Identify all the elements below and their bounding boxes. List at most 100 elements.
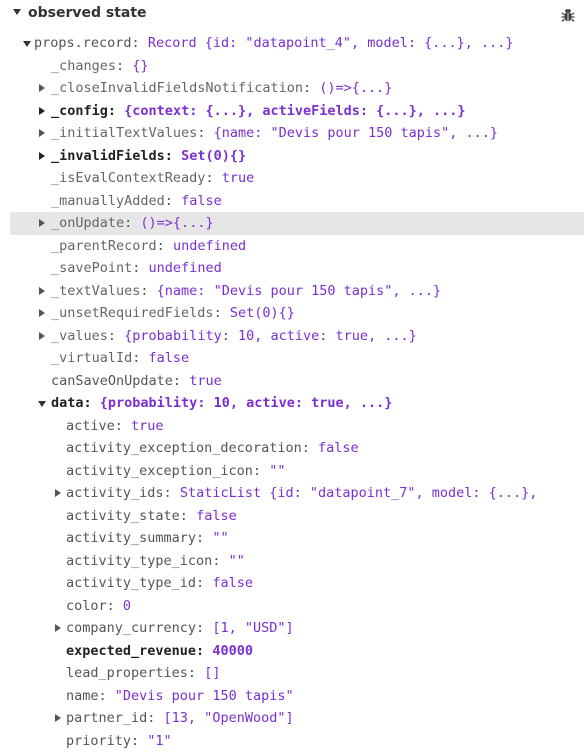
tree-row-content: _virtualId: false (51, 347, 189, 370)
tree-row-content: priority: "1" (66, 730, 172, 753)
tree-row: expected_revenue: 40000 (0, 640, 584, 663)
tree-row[interactable]: activity_ids: StaticList {id: "datapoint… (0, 482, 584, 505)
key-separator: : (83, 395, 100, 411)
collapsed-arrow-icon[interactable] (37, 77, 47, 100)
key-separator: : (106, 597, 123, 614)
tree-row-content: _changes: {} (51, 55, 149, 78)
tree-row: color: 0 (0, 595, 584, 618)
tree-row[interactable]: _onUpdate: ()=>{...} (10, 212, 584, 235)
collapsed-arrow-icon[interactable] (37, 302, 47, 325)
property-value: true (189, 372, 222, 389)
tree-row[interactable]: _textValues: {name: "Devis pour 150 tapi… (0, 280, 584, 303)
key-separator: : (196, 620, 213, 636)
property-key: name (66, 687, 99, 704)
property-key: _changes (51, 57, 117, 74)
key-separator: : (124, 215, 141, 231)
collapsed-arrow-icon[interactable] (53, 707, 63, 730)
property-key: _unsetRequiredFields (51, 305, 214, 321)
property-value: ()=>{...} (140, 215, 214, 231)
collapsed-arrow-icon[interactable] (53, 482, 63, 505)
expanded-arrow-icon[interactable] (22, 32, 32, 55)
tree-row: activity_summary: "" (0, 527, 584, 550)
property-key: props.record (34, 35, 132, 51)
collapsed-arrow-icon[interactable] (37, 145, 47, 168)
key-separator: : (140, 282, 157, 299)
property-key: color (66, 597, 107, 614)
tree-row-content: _unsetRequiredFields: Set(0){} (51, 302, 295, 325)
collapsed-arrow-icon[interactable] (37, 325, 47, 348)
key-separator: : (197, 125, 214, 141)
property-key: activity_type_icon (66, 552, 213, 569)
tree-row-content: data: {probability: 10, active: true, ..… (51, 392, 392, 415)
tree-row[interactable]: _closeInvalidFieldsNotification: ()=>{..… (0, 77, 584, 100)
tree-row[interactable]: _initialTextValues: {name: "Devis pour 1… (0, 122, 584, 145)
tree-row[interactable]: _unsetRequiredFields: Set(0){} (0, 302, 584, 325)
property-key: _onUpdate (51, 215, 125, 231)
bug-icon[interactable] (561, 7, 575, 23)
key-separator: : (164, 192, 182, 209)
property-key: canSaveOnUpdate (51, 372, 173, 389)
collapsed-arrow-icon[interactable] (53, 617, 63, 640)
property-value: false (212, 575, 253, 591)
collapsed-arrow-icon[interactable] (37, 122, 47, 145)
tree-row: activity_exception_icon: "" (0, 460, 584, 483)
tree-row-content: _savePoint: undefined (51, 257, 222, 280)
collapsed-arrow-icon[interactable] (37, 280, 47, 303)
collapsed-arrow-icon[interactable] (37, 100, 47, 123)
property-value: "" (228, 552, 245, 569)
property-key: _manuallyAdded (51, 192, 165, 209)
property-value: {context: {...}, activeFields: {...}, ..… (124, 102, 466, 119)
key-separator: : (116, 57, 133, 74)
property-key: _invalidFields (51, 147, 165, 164)
tree-row-content: color: 0 (66, 595, 131, 618)
property-key: expected_revenue (66, 642, 197, 659)
tree-row-content: _config: {context: {...}, activeFields: … (51, 100, 466, 123)
tree-row-content: expected_revenue: 40000 (66, 640, 253, 663)
tree-row-content: active: true (66, 415, 164, 438)
tree-row: _savePoint: undefined (0, 257, 584, 280)
property-value: {name: "Devis pour 150 tapis", ...} (213, 125, 499, 141)
key-separator: : (172, 372, 190, 389)
tree-row-content: name: "Devis pour 150 tapis" (66, 685, 294, 708)
key-separator: : (179, 507, 197, 524)
property-value: Set(0){} (229, 305, 295, 321)
property-value: false (148, 350, 190, 366)
key-separator: : (132, 350, 149, 366)
key-separator: : (212, 552, 229, 569)
key-separator: : (213, 305, 230, 321)
collapse-arrow-icon[interactable] (13, 9, 21, 15)
tree-row-content: activity_type_id: false (66, 572, 253, 595)
property-value: false (196, 507, 237, 524)
property-value: true (221, 170, 255, 186)
property-value: 0 (122, 597, 132, 614)
property-key: _virtualId (51, 350, 133, 366)
key-separator: : (205, 170, 222, 186)
observed-state-header[interactable]: observed state (0, 0, 584, 28)
property-key: _values (51, 327, 108, 344)
property-value: {probability: 10, active: true, ...} (124, 327, 417, 344)
property-key: _parentRecord (51, 237, 157, 254)
property-key: activity_summary (66, 530, 197, 546)
key-separator: : (114, 417, 132, 434)
tree-row: active: true (0, 415, 584, 438)
tree-row[interactable]: _config: {context: {...}, activeFields: … (0, 100, 584, 123)
key-separator: : (107, 102, 125, 119)
property-key: activity_state (66, 507, 180, 524)
tree-row[interactable]: _invalidFields: Set(0){} (0, 145, 584, 168)
tree-row-content: activity_summary: "" (66, 527, 229, 550)
key-separator: : (187, 665, 205, 681)
tree-row[interactable]: partner_id: [13, "OpenWood"] (0, 707, 584, 730)
key-separator: : (156, 237, 173, 254)
tree-row[interactable]: data: {probability: 10, active: true, ..… (0, 392, 584, 415)
collapsed-arrow-icon[interactable] (37, 212, 47, 235)
property-value: "Devis pour 150 tapis" (114, 687, 294, 704)
tree-row: priority: "1" (0, 730, 584, 753)
tree-row: name: "Devis pour 150 tapis" (0, 685, 584, 708)
tree-row[interactable]: _values: {probability: 10, active: true,… (0, 325, 584, 348)
key-separator: : (131, 35, 148, 51)
panel-title: observed state (28, 5, 147, 21)
tree-row[interactable]: props.record: Record {id: "datapoint_4",… (0, 32, 584, 55)
key-separator: : (147, 710, 164, 726)
expanded-arrow-icon[interactable] (37, 392, 47, 415)
tree-row[interactable]: company_currency: [1, "USD"] (0, 617, 584, 640)
